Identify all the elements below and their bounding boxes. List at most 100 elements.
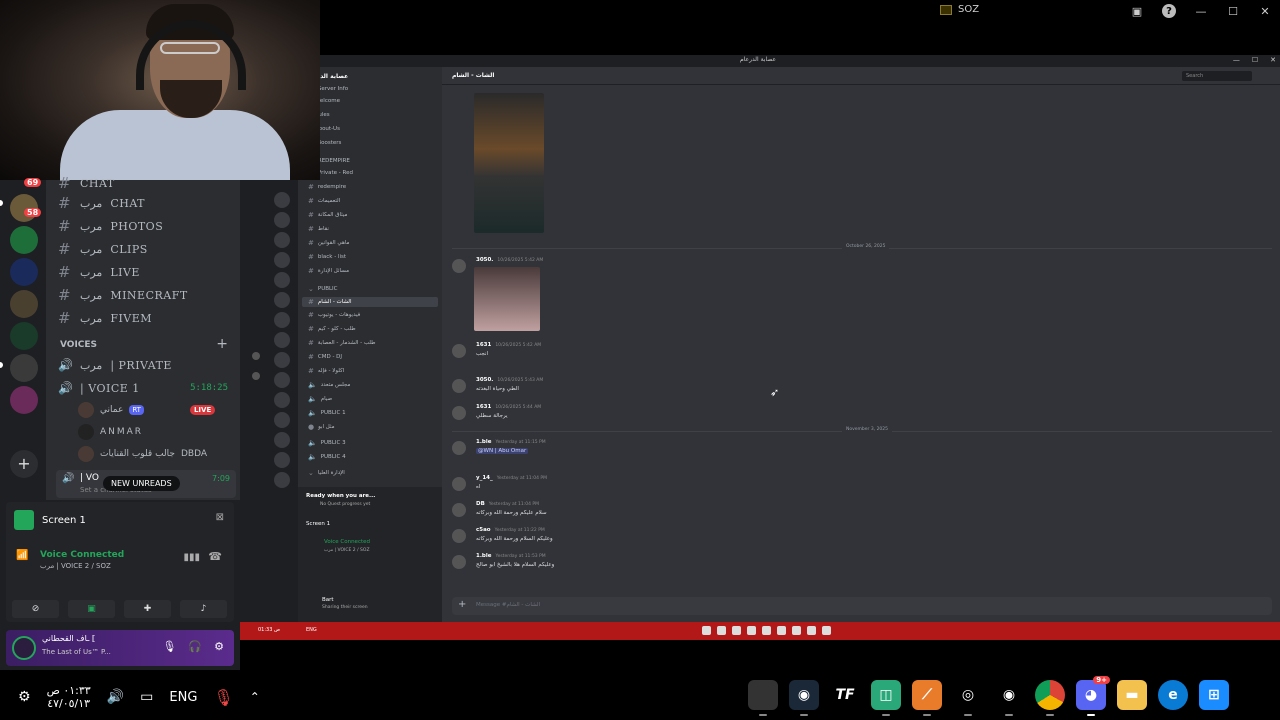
voice-user[interactable]: عماني RT LIVE <box>78 402 216 418</box>
maximize-icon[interactable]: ☐ <box>1252 56 1258 64</box>
camera-off-button[interactable]: ⊘ <box>12 600 59 618</box>
voice-channel[interactable]: 🔈 مجلس متعدد <box>308 381 350 389</box>
channel-item[interactable]: # CMD - DJ <box>308 353 342 361</box>
channel-item[interactable]: # فيديوهات - يوتيوب <box>308 311 360 319</box>
add-attachment-icon[interactable]: + <box>458 599 466 610</box>
voice-channel-private[interactable]: 🔊 مرب | PRIVATE <box>58 358 172 372</box>
obs-icon[interactable]: ◎ <box>953 680 983 716</box>
add-server-icon[interactable]: + <box>10 450 38 478</box>
minimize-button[interactable]: — <box>1192 2 1210 20</box>
edge-icon[interactable]: e <box>1158 680 1188 710</box>
clock[interactable]: ٠١:٣٣ ص ٤٧/٠٥/١٣ <box>47 684 91 710</box>
file-explorer-icon[interactable]: ▬ <box>1117 680 1147 710</box>
app-icon[interactable]: ◫ <box>871 680 901 716</box>
display-icon[interactable]: ▭ <box>140 689 153 705</box>
share-screen-button[interactable]: ▣ <box>68 600 115 618</box>
avatar[interactable] <box>452 477 466 491</box>
avatar[interactable] <box>452 406 466 420</box>
server-icon[interactable] <box>274 452 290 468</box>
steam-icon[interactable]: ◉ <box>789 680 819 716</box>
stop-share-icon[interactable]: ⊠ <box>216 512 224 523</box>
channel-item[interactable]: # مرب PHOTOS <box>58 217 163 235</box>
channel-item[interactable]: # مسائل الإدارة <box>308 267 349 275</box>
voice-channel[interactable]: 🔈 PUBLIC 4 <box>308 453 346 461</box>
channel-item-active[interactable]: # الشات - الشام <box>302 297 438 307</box>
soundboard-button[interactable]: ♪ <box>180 600 227 618</box>
image-attachment[interactable] <box>474 267 540 331</box>
server-icon[interactable] <box>10 290 38 318</box>
app-icon[interactable] <box>717 626 726 635</box>
server-icon[interactable] <box>10 226 38 254</box>
channel-item[interactable]: # نقاط <box>308 225 329 233</box>
avatar[interactable] <box>452 344 466 358</box>
channel-item[interactable]: # التعميمات <box>308 197 340 205</box>
channel-item[interactable]: # CHAT <box>58 174 115 192</box>
avatar[interactable] <box>452 441 466 455</box>
channel-item[interactable]: # مرب CHAT <box>58 194 145 212</box>
channel-item[interactable]: # مرب CLIPS <box>58 240 148 258</box>
image-attachment[interactable] <box>474 93 544 233</box>
close-icon[interactable]: ✕ <box>1270 56 1276 64</box>
voice-channel[interactable]: 🔈 PUBLIC 1 <box>308 409 346 417</box>
microphone-icon[interactable]: 🎙 <box>162 640 176 653</box>
noise-suppression-icon[interactable]: ▮▮▮ <box>183 552 200 563</box>
channel-item[interactable]: # black - list <box>308 253 346 261</box>
app-icon[interactable] <box>822 626 831 635</box>
channel-item[interactable]: # مرب FIVEM <box>58 309 152 327</box>
help-icon[interactable]: ? <box>1160 2 1178 20</box>
server-icon[interactable] <box>274 312 290 328</box>
app-icon[interactable] <box>702 626 711 635</box>
discover-icon[interactable] <box>252 372 260 380</box>
server-icon[interactable] <box>10 386 38 414</box>
server-icon[interactable] <box>274 352 290 368</box>
new-unreads-pill[interactable]: NEW UNREADS <box>103 476 180 491</box>
server-icon[interactable] <box>274 472 290 488</box>
app-icon[interactable] <box>807 626 816 635</box>
avatar[interactable] <box>452 529 466 543</box>
add-server-icon[interactable] <box>252 352 260 360</box>
server-icon[interactable] <box>274 372 290 388</box>
message-composer[interactable]: + Message #الشات - الشام <box>452 597 1272 615</box>
voice-user[interactable]: ● مثل ابو <box>308 423 335 431</box>
voice-channel[interactable]: 🔈 صيام <box>308 395 332 403</box>
screenshare-icon[interactable]: ▣ <box>1128 2 1146 20</box>
server-icon[interactable] <box>274 392 290 408</box>
server-icon[interactable] <box>274 212 290 228</box>
volume-icon[interactable]: 🔊 <box>107 689 124 705</box>
app-icon[interactable] <box>762 626 771 635</box>
avatar[interactable] <box>452 259 466 273</box>
voice-channel-1[interactable]: 🔊 | VOICE 1 <box>58 381 140 395</box>
server-icon[interactable] <box>274 252 290 268</box>
chevron-up-icon[interactable]: ⌃ <box>250 690 260 704</box>
server-icon[interactable] <box>274 432 290 448</box>
avatar[interactable] <box>452 503 466 517</box>
app-icon[interactable] <box>792 626 801 635</box>
add-channel-icon[interactable]: + <box>216 336 228 352</box>
channel-item[interactable]: # طلب - الشدمار - العصابة <box>308 339 376 347</box>
channel-item[interactable]: # مرب MINECRAFT <box>58 286 188 304</box>
channel-category[interactable]: ⌄ الإدارة العليا <box>308 469 345 477</box>
microphone-icon[interactable]: 🎙 <box>213 688 233 707</box>
app-icon[interactable] <box>732 626 741 635</box>
app-icon[interactable]: ⟋ <box>912 680 942 716</box>
maximize-button[interactable]: ☐ <box>1224 2 1242 20</box>
windows-start-icon[interactable]: ⊞ <box>1199 680 1229 710</box>
game-app-icon[interactable] <box>748 680 778 716</box>
server-icon[interactable] <box>274 232 290 248</box>
discord-icon[interactable]: ◕ 9+ <box>1076 676 1110 716</box>
disconnect-icon[interactable]: ☎ <box>208 550 222 563</box>
settings-gear-icon[interactable]: ⚙ <box>214 640 224 653</box>
tf-app-icon[interactable]: TF <box>830 680 860 710</box>
settings-icon[interactable]: ⚙ <box>18 689 31 705</box>
server-icon[interactable] <box>10 354 38 382</box>
server-icon[interactable] <box>10 258 38 286</box>
channel-item[interactable]: # مرب LIVE <box>58 263 140 281</box>
minimize-icon[interactable]: — <box>1233 56 1240 64</box>
app-icon[interactable] <box>747 626 756 635</box>
server-icon[interactable] <box>10 322 38 350</box>
close-button[interactable]: ✕ <box>1256 2 1274 20</box>
voice-user[interactable]: جالب قلوب القنايات DBDA <box>78 446 207 462</box>
app-icon[interactable]: ◉ <box>994 680 1024 716</box>
headphones-icon[interactable]: 🎧 <box>188 640 202 653</box>
channel-item[interactable]: # redempire <box>308 183 346 191</box>
